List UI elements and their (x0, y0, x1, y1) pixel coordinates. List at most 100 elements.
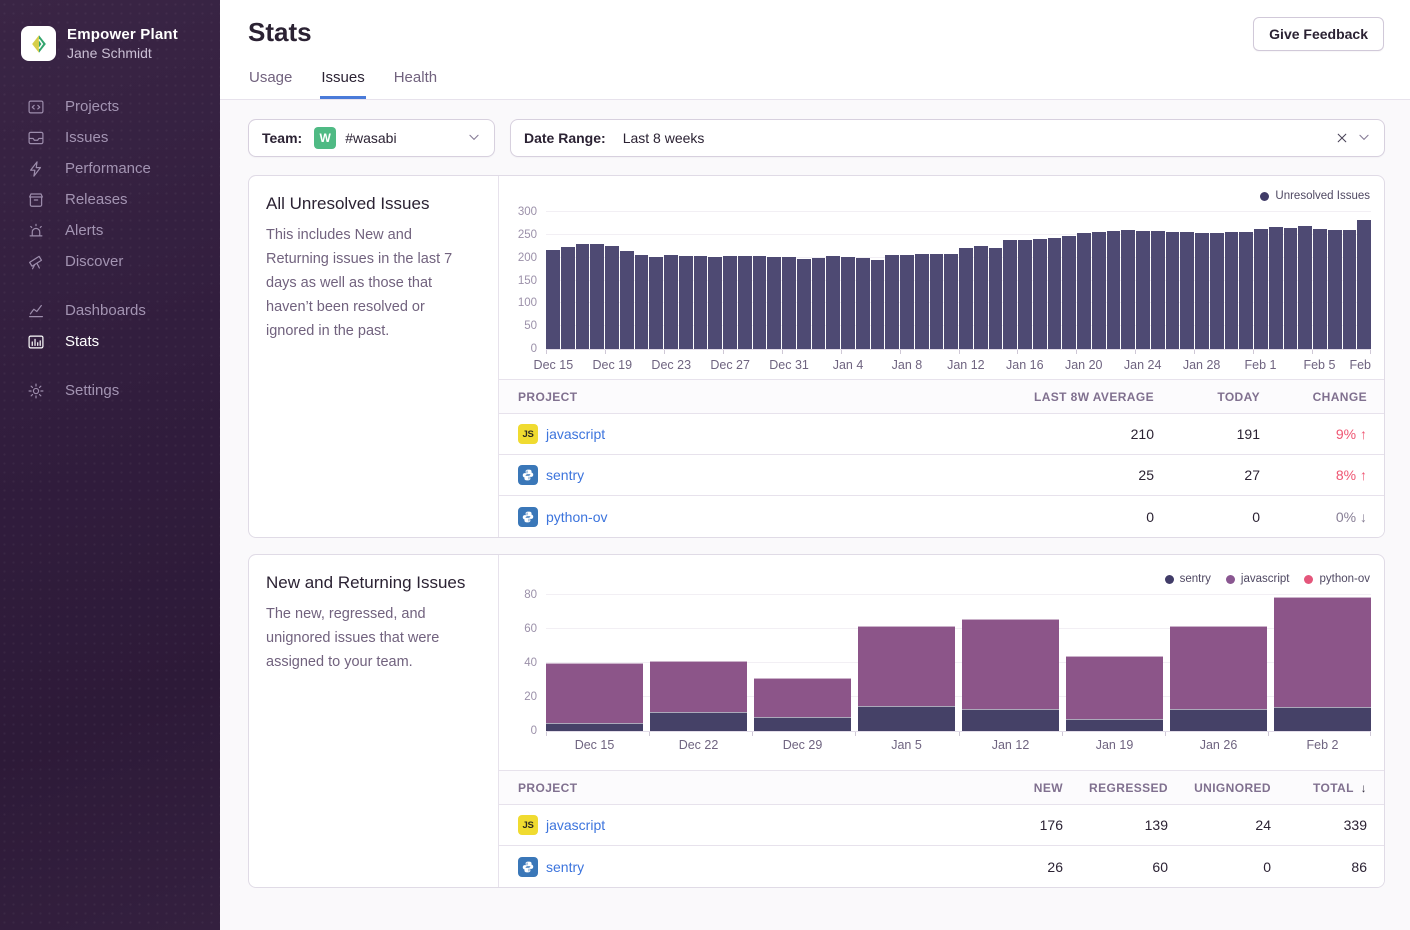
bar (1180, 232, 1194, 349)
give-feedback-button[interactable]: Give Feedback (1253, 17, 1384, 51)
x-tick-label: Dec 29 (754, 738, 851, 752)
sidebar-item-projects[interactable]: Projects (0, 91, 220, 122)
tab-bar: Usage Issues Health (220, 59, 1410, 100)
x-tick-label: Jan 12 (962, 738, 1059, 752)
y-tick-label: 200 (518, 252, 537, 264)
x-tick-label: Jan 19 (1066, 738, 1163, 752)
tab-usage[interactable]: Usage (248, 59, 293, 99)
sidebar-item-dashboards[interactable]: Dashboards (0, 295, 220, 326)
org-name: Empower Plant (67, 26, 178, 43)
legend-label: javascript (1241, 573, 1290, 585)
column-header-unignored[interactable]: UNIGNORED (1168, 781, 1271, 795)
releases-icon (27, 191, 45, 209)
tab-issues[interactable]: Issues (320, 59, 365, 99)
bar (826, 256, 840, 349)
new-returning-issues-table: PROJECTNEWREGRESSEDUNIGNOREDTOTAL ↓ JS jav… (499, 770, 1384, 887)
panel-text: The new, regressed, and unignored issues… (266, 602, 476, 674)
bar-segment-javascript (546, 663, 643, 723)
x-tick (1135, 350, 1136, 354)
bar (1136, 231, 1150, 349)
org-switcher[interactable]: Empower Plant Jane Schmidt (0, 26, 220, 61)
x-tick (1312, 350, 1313, 354)
x-tick-label: Feb (1349, 358, 1371, 372)
table-row-python-ov: python-ov000% ↓ (499, 496, 1384, 537)
column-header-new[interactable]: NEW (958, 781, 1063, 795)
bar (915, 254, 929, 349)
column-header-project: PROJECT (518, 390, 994, 404)
sidebar-item-performance[interactable]: Performance (0, 153, 220, 184)
chart-x-axis: Dec 15Dec 22Dec 29Jan 5Jan 12Jan 19Jan 2… (546, 738, 1371, 752)
bar (1225, 232, 1239, 349)
project-link-python-ov[interactable]: python-ov (546, 509, 607, 525)
legend-item-javascript[interactable]: javascript (1226, 573, 1290, 585)
x-tick-label: Jan 20 (1065, 358, 1103, 372)
bar (1033, 239, 1047, 349)
x-tick (723, 350, 724, 354)
sidebar-item-label: Alerts (65, 222, 103, 239)
date-range-select[interactable]: Date Range: Last 8 weeks (510, 119, 1385, 157)
bar (1018, 240, 1032, 349)
sidebar-item-settings[interactable]: Settings (0, 375, 220, 406)
clear-date-range-icon[interactable] (1335, 131, 1349, 145)
bar-segment-javascript (1274, 597, 1371, 708)
column-header-total[interactable]: TOTAL ↓ (1271, 781, 1367, 795)
sidebar-item-releases[interactable]: Releases (0, 184, 220, 215)
bar-segment-javascript (650, 661, 747, 712)
x-tick (605, 350, 606, 354)
tab-health[interactable]: Health (393, 59, 438, 99)
x-tick-label: Dec 31 (769, 358, 809, 372)
bar (871, 260, 885, 350)
sidebar-item-alerts[interactable]: Alerts (0, 215, 220, 246)
bar (1062, 236, 1076, 349)
bar-segment-javascript (962, 619, 1059, 709)
y-tick-label: 150 (518, 275, 537, 287)
table-row-sentry: sentry25278% ↑ (499, 455, 1384, 496)
sidebar-item-issues[interactable]: Issues (0, 122, 220, 153)
bar-segment-sentry (1170, 709, 1267, 731)
sidebar-item-stats[interactable]: Stats (0, 326, 220, 357)
x-tick-label: Feb 5 (1303, 358, 1335, 372)
projects-icon (27, 98, 45, 116)
x-tick (1253, 350, 1254, 354)
sidebar-item-label: Stats (65, 333, 99, 350)
legend-item-unresolved-issues[interactable]: Unresolved Issues (1260, 190, 1370, 202)
chevron-down-icon (1357, 130, 1371, 147)
bar-segment-sentry (1066, 719, 1163, 731)
bar (635, 255, 649, 349)
unresolved-issues-chart: 050100150200250300 (546, 213, 1371, 350)
sidebar-item-label: Performance (65, 160, 151, 177)
legend-dot-icon (1304, 575, 1313, 584)
bar (1357, 220, 1371, 349)
legend-item-sentry[interactable]: sentry (1165, 573, 1211, 585)
table-header-row: PROJECTNEWREGRESSEDUNIGNOREDTOTAL ↓ (499, 771, 1384, 805)
sidebar-item-label: Dashboards (65, 302, 146, 319)
stacked-bar-jan-12 (962, 596, 1059, 731)
bar-segment-sentry (962, 709, 1059, 731)
settings-icon (27, 382, 45, 400)
x-tick (1268, 732, 1269, 736)
bar (782, 257, 796, 349)
bar (885, 255, 899, 349)
sidebar-item-discover[interactable]: Discover (0, 246, 220, 277)
org-logo-icon (21, 26, 56, 61)
project-link-sentry[interactable]: sentry (546, 467, 584, 483)
legend-item-python-ov[interactable]: python-ov (1304, 573, 1370, 585)
sidebar-item-label: Settings (65, 382, 119, 399)
project-link-javascript[interactable]: javascript (546, 817, 605, 833)
sidebar-item-label: Discover (65, 253, 123, 270)
stacked-bar-series (546, 596, 1371, 731)
x-tick-label: Jan 16 (1006, 358, 1044, 372)
project-link-javascript[interactable]: javascript (546, 426, 605, 442)
legend-label: python-ov (1319, 573, 1370, 585)
column-header-regressed[interactable]: REGRESSED (1063, 781, 1168, 795)
bar (664, 255, 678, 349)
project-link-sentry[interactable]: sentry (546, 859, 584, 875)
javascript-project-icon: JS (518, 815, 538, 835)
team-label: Team: (262, 130, 302, 146)
x-tick (855, 732, 856, 736)
user-name: Jane Schmidt (67, 45, 178, 61)
team-select[interactable]: Team: W #wasabi (248, 119, 495, 157)
y-tick-label: 60 (524, 623, 537, 635)
x-tick (1076, 350, 1077, 354)
sidebar: Empower Plant Jane Schmidt Projects Issu… (0, 0, 220, 930)
